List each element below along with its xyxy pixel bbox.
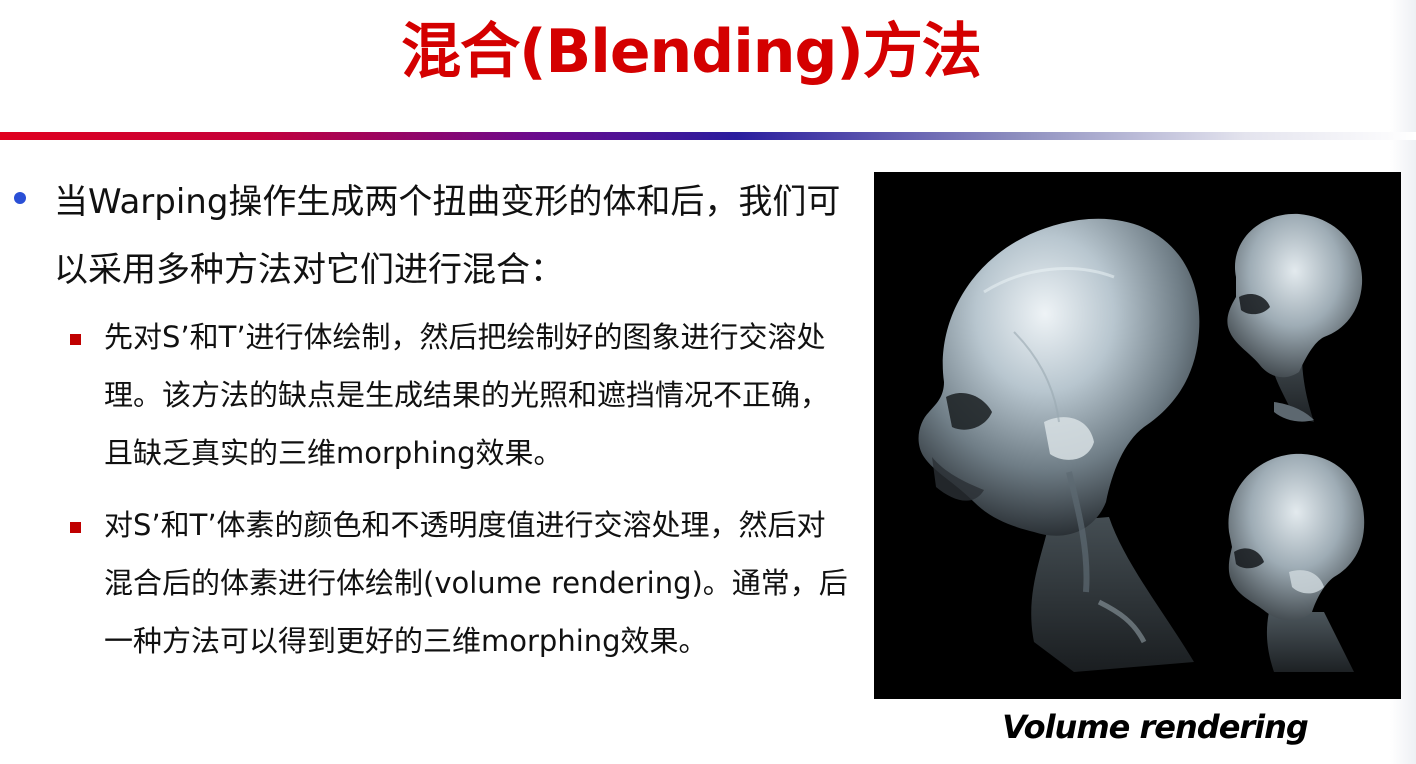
- sub-bullet-list: 先对S’和T’进行体绘制，然后把绘制好的图象进行交溶处理。该方法的缺点是生成结果…: [70, 308, 850, 684]
- bullet-dot-icon: [14, 192, 26, 204]
- sub-bullet-item: 对S’和T’体素的颜色和不透明度值进行交溶处理，然后对混合后的体素进行体绘制(v…: [70, 496, 850, 670]
- small-skull-render-top: [1227, 213, 1363, 422]
- sub-bullet-text: 对S’和T’体素的颜色和不透明度值进行交溶处理，然后对混合后的体素进行体绘制(v…: [104, 508, 848, 658]
- sub-bullet-text: 先对S’和T’进行体绘制，然后把绘制好的图象进行交溶处理。该方法的缺点是生成结果…: [104, 320, 830, 470]
- sub-bullet-item: 先对S’和T’进行体绘制，然后把绘制好的图象进行交溶处理。该方法的缺点是生成结果…: [70, 308, 850, 482]
- volume-rendering-image: [874, 172, 1401, 699]
- main-bullet-text: 当Warping操作生成两个扭曲变形的体和后，我们可以采用多种方法对它们进行混合…: [54, 182, 841, 290]
- square-bullet-icon: [70, 334, 81, 345]
- small-head-render-bottom: [1228, 453, 1365, 672]
- large-skull-render: [918, 218, 1200, 672]
- slide-title: 混合(Blending)方法: [401, 17, 982, 87]
- title-divider: [0, 132, 1416, 140]
- square-bullet-icon: [70, 522, 81, 533]
- figure-caption: Volume rendering: [1002, 708, 1309, 746]
